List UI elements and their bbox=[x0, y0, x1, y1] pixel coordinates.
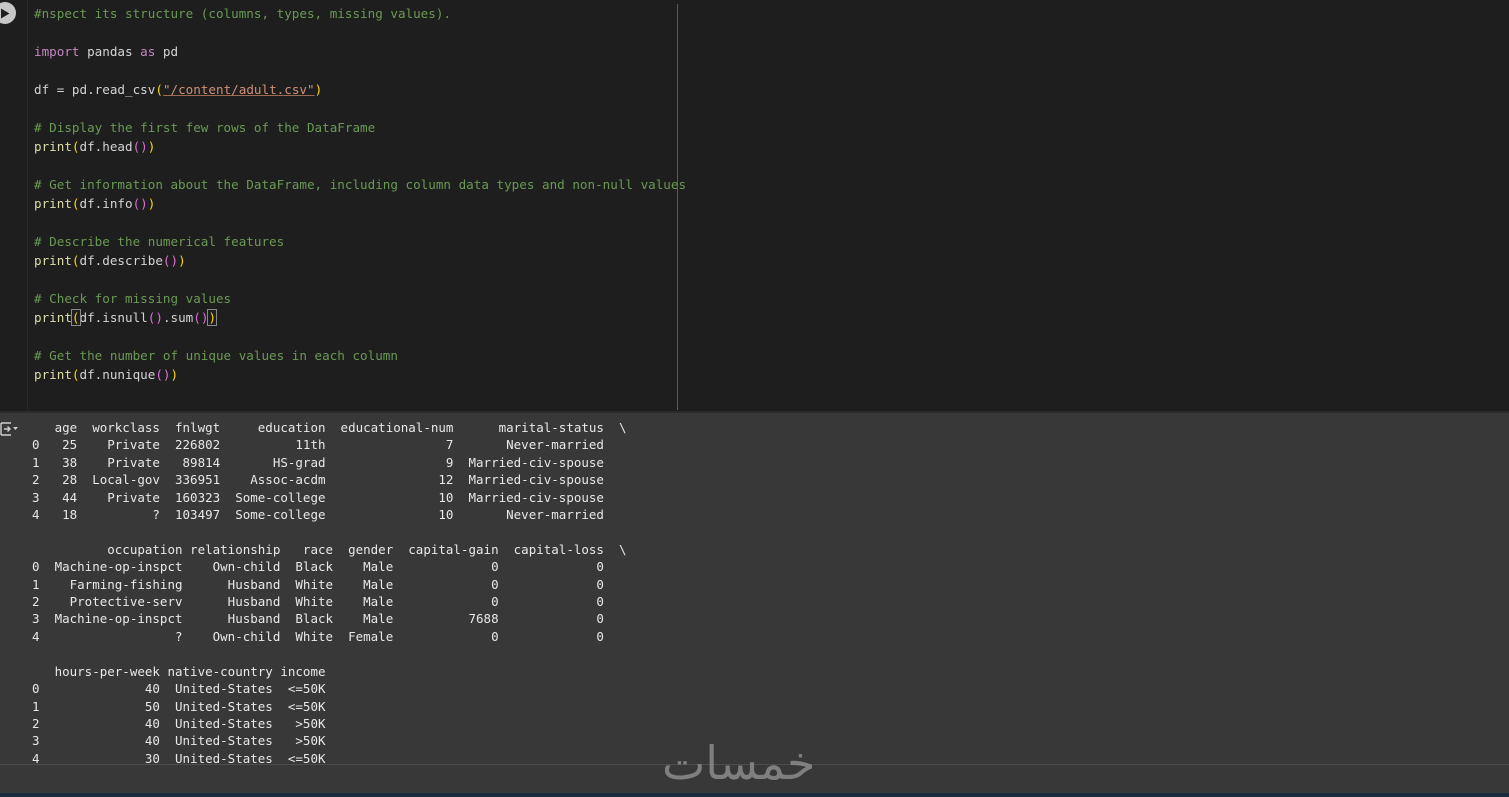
output-text: age workclass fnlwgt education education… bbox=[32, 420, 627, 764]
code-token: ( bbox=[71, 253, 80, 268]
code-token: # Display the first few rows of the Data… bbox=[34, 120, 376, 135]
code-token: df.isnull bbox=[79, 310, 148, 325]
code-token: print bbox=[34, 310, 72, 325]
code-line[interactable] bbox=[34, 213, 686, 232]
code-token: ( bbox=[155, 82, 163, 97]
code-token: as bbox=[140, 44, 156, 59]
code-token: print bbox=[34, 253, 72, 268]
code-line[interactable]: print(df.head()) bbox=[34, 137, 686, 156]
code-token: () bbox=[193, 310, 209, 325]
code-line[interactable] bbox=[34, 327, 686, 346]
code-line[interactable]: # Check for missing values bbox=[34, 289, 686, 308]
code-token: read_csv bbox=[94, 82, 156, 97]
code-line[interactable]: # Get the number of unique values in eac… bbox=[34, 346, 686, 365]
code-token: pandas bbox=[79, 44, 141, 59]
code-line[interactable]: # Get information about the DataFrame, i… bbox=[34, 175, 686, 194]
code-token: ) bbox=[207, 309, 217, 326]
code-token: () bbox=[155, 367, 171, 382]
code-token: df.nunique bbox=[79, 367, 156, 382]
code-cell[interactable]: #nspect its structure (columns, types, m… bbox=[0, 0, 1509, 411]
code-line[interactable]: df = pd.read_csv("/content/adult.csv") bbox=[34, 80, 686, 99]
code-token: ( bbox=[71, 196, 80, 211]
code-token: print bbox=[34, 367, 72, 382]
code-line[interactable]: import pandas as pd bbox=[34, 42, 686, 61]
notebook-page: #nspect its structure (columns, types, m… bbox=[0, 0, 1509, 797]
code-line[interactable]: #nspect its structure (columns, types, m… bbox=[34, 4, 686, 23]
run-cell-button[interactable] bbox=[0, 2, 16, 24]
cell-output: age workclass fnlwgt education education… bbox=[0, 413, 1509, 764]
code-token: ) bbox=[178, 253, 186, 268]
code-token: ) bbox=[147, 139, 156, 154]
code-line[interactable] bbox=[34, 156, 686, 175]
code-line[interactable]: # Describe the numerical features bbox=[34, 232, 686, 251]
code-token: df.head bbox=[79, 139, 133, 154]
play-icon bbox=[1, 8, 10, 18]
code-token: "/content/adult.csv" bbox=[162, 82, 315, 97]
code-token: pd bbox=[155, 44, 179, 59]
code-token: import bbox=[34, 44, 80, 59]
code-token: ( bbox=[70, 309, 81, 326]
watermark: خمسات bbox=[662, 736, 816, 790]
code-token: ) bbox=[147, 196, 156, 211]
code-token: print bbox=[34, 196, 72, 211]
code-token: #nspect its structure (columns, types, m… bbox=[34, 6, 452, 21]
code-line[interactable]: print(df.info()) bbox=[34, 194, 686, 213]
code-line[interactable]: print(df.describe()) bbox=[34, 251, 686, 270]
code-token: df.info bbox=[79, 196, 133, 211]
code-token: print bbox=[34, 139, 72, 154]
code-token: # Check for missing values bbox=[34, 291, 232, 306]
code-line[interactable]: print(df.isnull().sum()) bbox=[34, 308, 686, 327]
code-line[interactable] bbox=[34, 23, 686, 42]
code-token: # Get the number of unique values in eac… bbox=[34, 348, 398, 363]
code-token: .sum bbox=[162, 310, 194, 325]
code-token: ) bbox=[314, 82, 323, 97]
code-token: () bbox=[147, 310, 163, 325]
code-editor[interactable]: #nspect its structure (columns, types, m… bbox=[27, 0, 1509, 411]
code-line[interactable] bbox=[34, 270, 686, 289]
code-line[interactable] bbox=[34, 61, 686, 80]
code-token: # Get information about the DataFrame, i… bbox=[34, 177, 687, 192]
code-token: df = pd. bbox=[34, 82, 95, 97]
code-token: df.describe bbox=[79, 253, 163, 268]
code-token: () bbox=[132, 196, 148, 211]
bottom-edge bbox=[0, 793, 1509, 797]
code-token: () bbox=[162, 253, 179, 268]
code-token: ) bbox=[170, 367, 179, 382]
code-token: () bbox=[132, 139, 148, 154]
code-token: # Describe the numerical features bbox=[34, 234, 285, 249]
output-toggle-button[interactable] bbox=[0, 421, 20, 437]
code-line[interactable]: print(df.nunique()) bbox=[34, 365, 686, 384]
code-line[interactable] bbox=[34, 99, 686, 118]
code-line[interactable]: # Display the first few rows of the Data… bbox=[34, 118, 686, 137]
code-token: ( bbox=[71, 367, 80, 382]
code-lines[interactable]: #nspect its structure (columns, types, m… bbox=[34, 4, 686, 384]
code-token: ( bbox=[71, 139, 80, 154]
output-toggle-icon bbox=[0, 422, 18, 436]
